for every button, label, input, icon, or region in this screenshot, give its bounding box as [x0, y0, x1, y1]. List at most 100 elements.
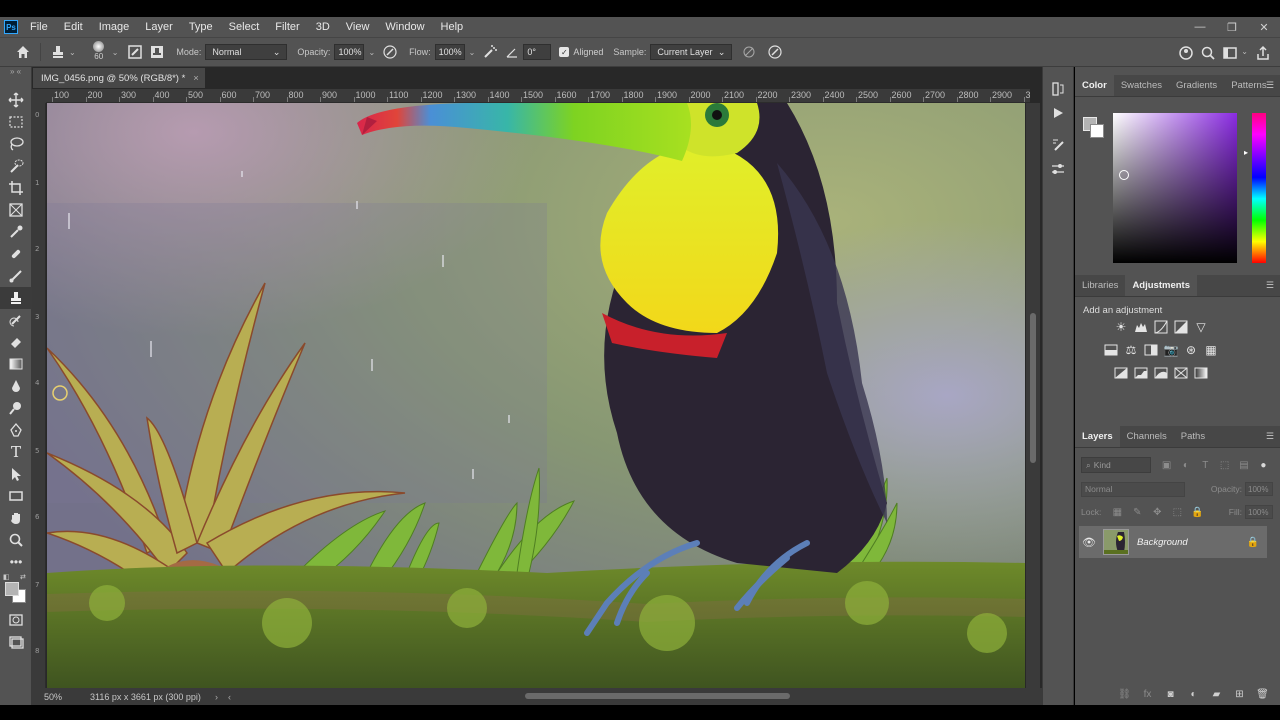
type-tool-icon[interactable]: T	[0, 441, 32, 463]
document-tab[interactable]: IMG_0456.png @ 50% (RGB/8*) * ×	[33, 68, 205, 88]
layer-style-icon[interactable]: fx	[1136, 689, 1159, 700]
layer-name[interactable]: Background	[1137, 537, 1247, 548]
saturation-value-field[interactable]	[1113, 113, 1237, 263]
restore-button[interactable]: ❐	[1216, 17, 1248, 37]
canvas-image[interactable]	[47, 103, 1025, 688]
posterize-icon[interactable]	[1131, 363, 1151, 383]
opacity-field[interactable]: 100%	[334, 44, 365, 60]
chevron-down-icon[interactable]: ⌄	[1241, 47, 1248, 64]
fill-field[interactable]: 100%	[1245, 505, 1273, 519]
chevron-down-icon[interactable]: ⌄	[69, 48, 76, 57]
pressure-opacity-icon[interactable]	[379, 41, 401, 63]
menu-image[interactable]: Image	[91, 17, 138, 37]
frame-tool-icon[interactable]	[0, 199, 32, 221]
layer-row-background[interactable]: 👁 Background 🔒	[1079, 526, 1267, 558]
levels-icon[interactable]	[1131, 317, 1151, 337]
horizontal-ruler[interactable]: 100 200 300 400 500 600 700 800 900 1000 1100 1200 1…	[46, 89, 1030, 103]
menu-select[interactable]: Select	[221, 17, 268, 37]
clone-stamp-preset-icon[interactable]	[47, 41, 69, 63]
eyedropper-tool-icon[interactable]	[0, 221, 32, 243]
lock-all-icon[interactable]: 🔒	[1187, 504, 1207, 520]
horizontal-scroll-thumb[interactable]	[525, 693, 790, 699]
zoom-tool-icon[interactable]	[0, 529, 32, 551]
lock-pixels-icon[interactable]: ✎	[1127, 504, 1147, 520]
ruler-origin[interactable]	[32, 89, 46, 103]
filter-shape-icon[interactable]: ⬚	[1215, 457, 1234, 473]
quick-selection-tool-icon[interactable]	[0, 155, 32, 177]
history-panel-icon[interactable]	[1043, 77, 1073, 101]
menu-type[interactable]: Type	[181, 17, 221, 37]
color-balance-icon[interactable]: ⚖	[1121, 340, 1141, 360]
sample-select[interactable]: Current Layer ⌄	[650, 44, 733, 60]
menu-layer[interactable]: Layer	[137, 17, 181, 37]
chevron-down-icon[interactable]: ⌄	[368, 48, 375, 57]
rectangle-tool-icon[interactable]	[0, 485, 32, 507]
new-adjustment-layer-icon[interactable]: ◐	[1182, 689, 1205, 700]
zoom-level[interactable]: 50%	[44, 692, 62, 702]
mode-select[interactable]: Normal ⌄	[205, 44, 288, 60]
channel-mixer-icon[interactable]: ⊛	[1181, 340, 1201, 360]
layer-opacity-field[interactable]: 100%	[1245, 482, 1273, 496]
more-tools-icon[interactable]: •••	[0, 551, 32, 573]
visibility-eye-icon[interactable]: 👁	[1079, 536, 1099, 549]
share-user-icon[interactable]	[1175, 42, 1197, 64]
document-info[interactable]: 3116 px x 3661 px (300 ppi)	[90, 692, 201, 702]
menu-file[interactable]: File	[26, 17, 56, 37]
move-tool-icon[interactable]	[0, 89, 32, 111]
gradient-tool-icon[interactable]	[0, 353, 32, 375]
lock-artboard-icon[interactable]: ⬚	[1167, 504, 1187, 520]
threshold-icon[interactable]	[1151, 363, 1171, 383]
panel-menu-icon[interactable]: ☰	[1266, 280, 1274, 291]
layer-kind-filter[interactable]: ⌕ Kind	[1081, 457, 1151, 473]
swap-colors-icon[interactable]: ⇄	[20, 573, 26, 581]
angle-field[interactable]: 0°	[523, 44, 552, 60]
menu-view[interactable]: View	[338, 17, 378, 37]
background-color-swatch[interactable]	[1090, 124, 1104, 138]
default-colors-icon[interactable]: ◧	[3, 573, 10, 581]
tab-adjustments[interactable]: Adjustments	[1125, 274, 1197, 296]
collapse-arrows-icon[interactable]: » «	[0, 67, 31, 89]
tab-gradients[interactable]: Gradients	[1169, 74, 1224, 96]
color-lookup-icon[interactable]: ▦	[1201, 340, 1221, 360]
pen-tool-icon[interactable]	[0, 419, 32, 441]
chevron-down-icon[interactable]: ⌄	[469, 48, 476, 57]
brush-settings-icon[interactable]	[124, 41, 146, 63]
ignore-adjustment-layers-icon[interactable]	[738, 41, 760, 63]
pressure-size-icon[interactable]	[764, 41, 786, 63]
quick-mask-icon[interactable]	[0, 609, 32, 631]
hue-slider-handle-icon[interactable]: ▸	[1244, 148, 1248, 157]
scroll-left-icon[interactable]: ‹	[228, 692, 231, 702]
blend-mode-select[interactable]: Normal	[1081, 481, 1185, 497]
vertical-ruler[interactable]: 0 1 2 3 4 5 6 7 8	[32, 103, 46, 688]
vertical-scrollbar[interactable]	[1026, 103, 1040, 688]
search-icon[interactable]	[1197, 42, 1219, 64]
add-mask-icon[interactable]: ◙	[1159, 689, 1182, 700]
menu-help[interactable]: Help	[433, 17, 472, 37]
chevron-right-icon[interactable]: ›	[215, 692, 218, 702]
lock-transparency-icon[interactable]: ▦	[1107, 504, 1127, 520]
tab-libraries[interactable]: Libraries	[1075, 274, 1125, 296]
lock-position-icon[interactable]: ✥	[1147, 504, 1167, 520]
close-icon[interactable]: ×	[193, 73, 199, 84]
menu-edit[interactable]: Edit	[56, 17, 91, 37]
filter-smart-object-icon[interactable]: ▤	[1234, 457, 1253, 473]
path-selection-tool-icon[interactable]	[0, 463, 32, 485]
properties-panel-icon[interactable]	[1043, 157, 1073, 181]
tab-paths[interactable]: Paths	[1174, 425, 1212, 447]
vibrance-icon[interactable]: ▽	[1191, 317, 1211, 337]
invert-icon[interactable]	[1111, 363, 1131, 383]
tab-color[interactable]: Color	[1075, 74, 1114, 96]
black-white-icon[interactable]	[1141, 340, 1161, 360]
tab-layers[interactable]: Layers	[1075, 425, 1120, 447]
clone-source-icon[interactable]	[146, 41, 168, 63]
gradient-map-icon[interactable]	[1191, 363, 1211, 383]
new-group-icon[interactable]: ▰	[1205, 689, 1228, 700]
clone-stamp-tool-icon[interactable]	[0, 287, 32, 309]
panel-menu-icon[interactable]: ☰	[1266, 80, 1274, 91]
color-swatches[interactable]: ◧ ⇄	[0, 573, 31, 609]
actions-panel-icon[interactable]	[1043, 101, 1073, 125]
filter-toggle-icon[interactable]: ●	[1254, 457, 1273, 473]
minimize-button[interactable]: —	[1184, 17, 1216, 37]
menu-3d[interactable]: 3D	[308, 17, 338, 37]
brightness-contrast-icon[interactable]: ☀	[1111, 317, 1131, 337]
